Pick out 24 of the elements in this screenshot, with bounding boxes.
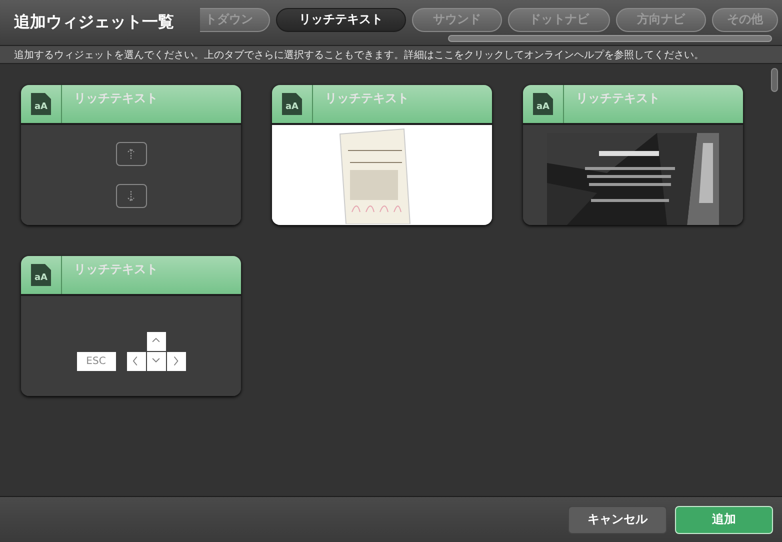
window-title: 追加ウィジェット一覧 <box>13 12 175 33</box>
help-text[interactable]: 追加するウィジェットを選んでください。上のタブでさらに選択することもできます。詳細はここをクリックしてオンラインヘルプを参照してください。 <box>0 46 782 64</box>
right-key[interactable] <box>166 352 186 370</box>
widget-title: リッチテキスト <box>73 90 158 107</box>
widget-title: リッチテキスト <box>324 90 409 107</box>
text-widget-icon: aA <box>533 93 553 115</box>
text-widget-icon: aA <box>31 264 51 286</box>
text-widget-icon: aA <box>31 93 51 115</box>
scrollbar-thumb[interactable] <box>771 68 778 92</box>
widget-card[interactable]: aA リッチテキスト ESC <box>21 256 241 396</box>
tab-scrollbar[interactable] <box>448 34 772 42</box>
down-key[interactable] <box>146 352 166 370</box>
widget-title: リッチテキスト <box>575 90 660 107</box>
down-arrow-icon <box>127 190 135 202</box>
tab[interactable]: リッチテキスト <box>276 8 406 32</box>
left-key[interactable] <box>126 352 146 370</box>
widget-card[interactable]: aA リッチテキスト <box>272 85 492 225</box>
cancel-button[interactable]: キャンセル <box>568 506 667 534</box>
up-key[interactable] <box>146 332 166 350</box>
escape-key[interactable]: ESC <box>76 352 116 370</box>
up-arrow-icon <box>127 148 135 160</box>
widget-card[interactable]: aA リッチテキスト <box>523 85 743 225</box>
text-widget-icon: aA <box>282 93 302 115</box>
widget-title: リッチテキスト <box>73 261 158 278</box>
